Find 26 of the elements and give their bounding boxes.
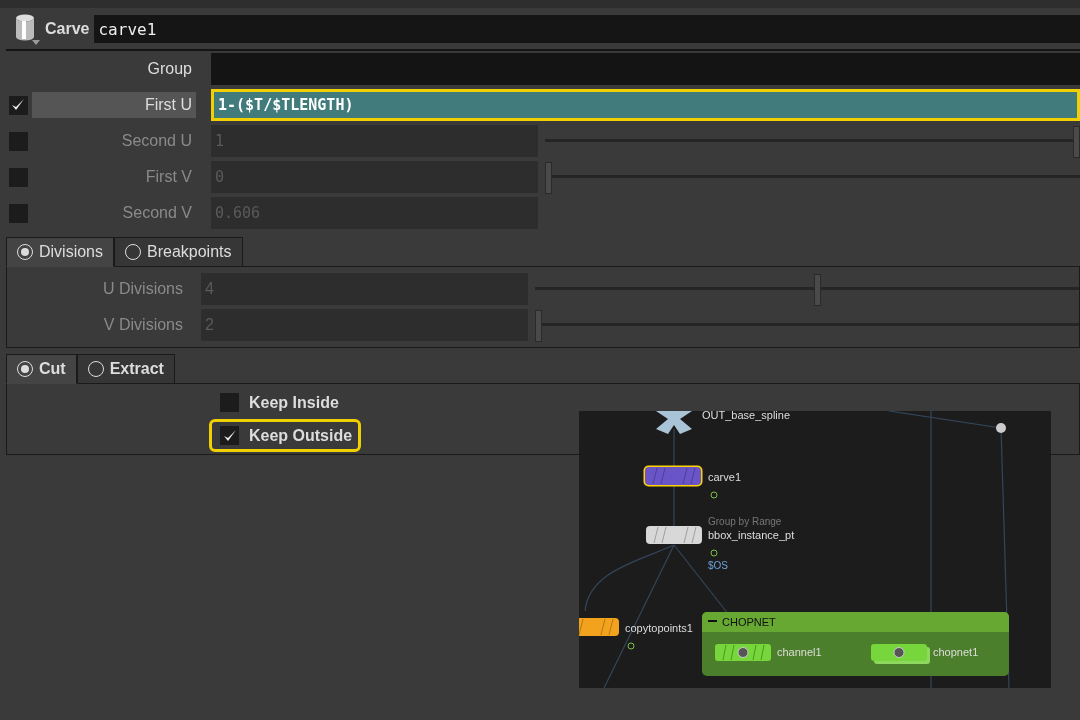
parameter-label: Second U [120,131,193,151]
node-label: OUT_base_spline [702,411,791,421]
parameter-label: U Divisions [102,280,184,298]
checkbox-option[interactable]: Keep Outside [209,419,362,452]
radio-tab[interactable]: Breakpoints [114,237,243,267]
node-name-field[interactable]: carve1 [94,15,1080,43]
node-label: bbox_instance_pt [708,529,795,541]
node-label: channel1 [777,646,822,658]
node-expression: $OS [708,560,728,571]
radio-tab[interactable]: Divisions [6,237,114,267]
parameter-label: First U [32,92,196,118]
parameter-label: First V [144,167,193,187]
node-label: carve1 [708,471,742,483]
radio-tab[interactable]: Extract [76,354,175,384]
checkbox-option[interactable]: Keep Inside [209,386,348,419]
parameter-label: Group [146,59,193,79]
parameter-label: V Divisions [102,316,184,334]
network-view[interactable]: OUT_base_spline carve1 Group by Range bbox_instance_pt $OS copytopoints1 CHOPNET channel1 chopnet1 [579,411,1051,688]
node-label: chopnet1 [933,646,979,658]
node-type-label: Carve [45,20,90,38]
network-box-title: CHOPNET [722,616,776,628]
node-label: copytopoints1 [625,622,693,634]
parameter-label: Second V [121,203,193,223]
expression-field[interactable]: 1-($T/$TLENGTH) [211,89,1080,121]
radio-tab[interactable]: Cut [6,354,77,384]
node-type-label: Group by Range [708,516,782,527]
